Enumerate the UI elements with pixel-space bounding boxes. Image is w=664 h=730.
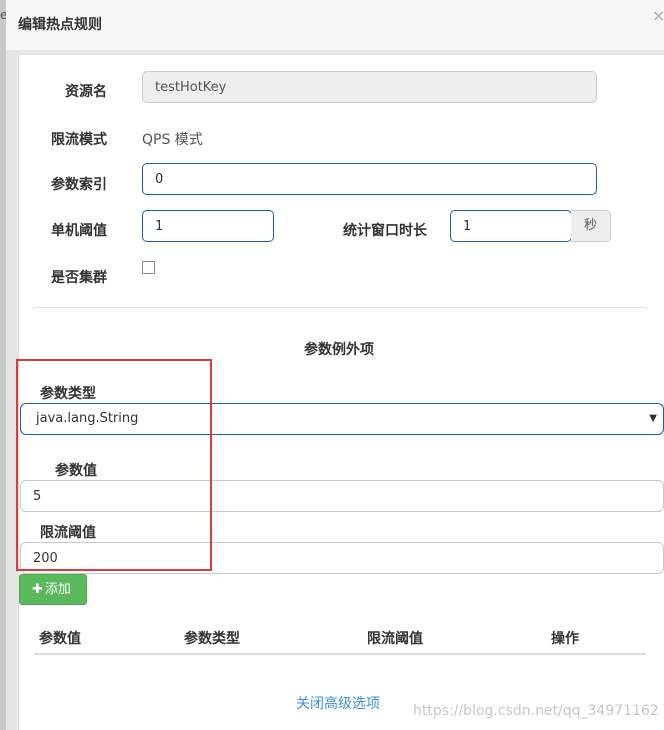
table-header-actions: 操作: [551, 631, 579, 647]
flow-mode-value: QPS 模式: [142, 132, 203, 148]
param-type-label: 参数类型: [40, 386, 96, 402]
modal-title: 编辑热点规则: [18, 17, 102, 33]
cluster-label: 是否集群: [51, 270, 107, 286]
caret-down-icon: ▼: [649, 413, 657, 424]
close-icon[interactable]: ×: [652, 6, 664, 25]
single-threshold-label: 单机阈值: [51, 223, 107, 239]
limit-threshold-input[interactable]: [20, 542, 664, 574]
flow-mode-label: 限流模式: [51, 132, 107, 148]
param-index-label: 参数索引: [51, 177, 107, 193]
param-type-select[interactable]: java.lang.String ▼: [20, 403, 664, 435]
table-header-param-value: 参数值: [39, 631, 81, 647]
limit-threshold-label: 限流阈值: [40, 525, 96, 541]
exceptions-section-title: 参数例外项: [304, 342, 374, 358]
cluster-checkbox[interactable]: [142, 261, 155, 274]
close-advanced-options-link[interactable]: 关闭高级选项: [296, 693, 380, 713]
resource-name-label: 资源名: [65, 84, 107, 100]
section-divider: [34, 307, 646, 308]
resource-name-input[interactable]: [142, 71, 597, 103]
stat-window-label: 统计窗口时长: [343, 223, 427, 239]
stat-window-unit: 秒: [571, 210, 611, 242]
modal-header: 编辑热点规则 ×: [6, 0, 664, 50]
add-exception-label: 添加: [44, 582, 71, 597]
watermark: https://blog.csdn.net/qq_34971162: [413, 703, 659, 719]
add-exception-button[interactable]: ✚ 添加: [19, 574, 87, 605]
param-index-input[interactable]: [142, 163, 597, 195]
param-value-input[interactable]: [20, 480, 664, 512]
stat-window-input[interactable]: [450, 210, 572, 242]
param-value-label: 参数值: [55, 463, 97, 479]
plus-icon: ✚: [32, 582, 43, 597]
single-threshold-input[interactable]: [142, 210, 274, 242]
table-header-line: [34, 653, 646, 655]
param-type-selected: java.lang.String: [36, 411, 139, 426]
table-header-param-type: 参数类型: [184, 631, 240, 647]
table-header-limit-threshold: 限流阈值: [367, 631, 423, 647]
